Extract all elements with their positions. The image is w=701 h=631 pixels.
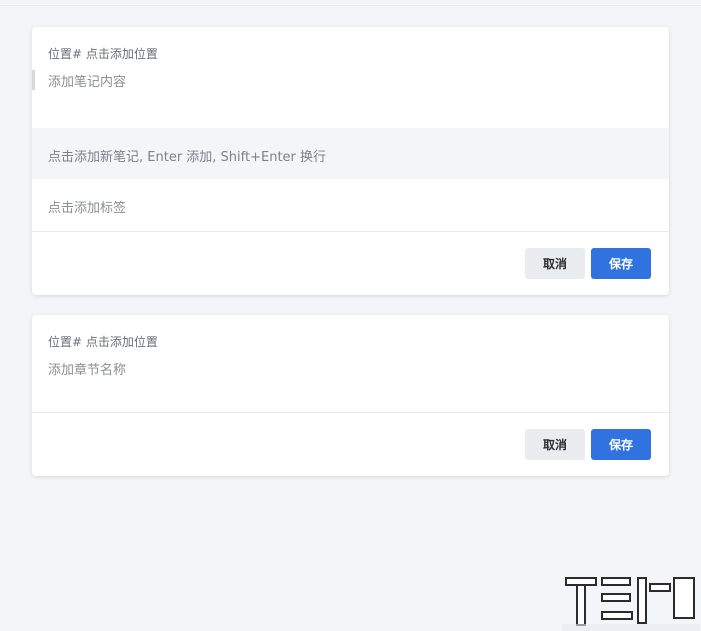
location-link[interactable]: 位置# 点击添加位置 [48,45,158,62]
add-note-row[interactable]: 点击添加新笔记, Enter 添加, Shift+Enter 换行 [32,128,669,179]
top-strip [0,0,701,6]
add-note-hint: 点击添加新笔记, Enter 添加, Shift+Enter 换行 [48,150,327,165]
location-link[interactable]: 位置# 点击添加位置 [48,333,158,350]
cancel-button[interactable]: 取消 [525,429,585,460]
divider [32,231,669,232]
note-card: 位置# 点击添加位置 添加笔记内容 点击添加新笔记, Enter 添加, Shi… [32,27,669,295]
save-button[interactable]: 保存 [591,429,651,460]
chapter-name-input[interactable]: 添加章节名称 [48,359,126,378]
chapter-card: 位置# 点击添加位置 添加章节名称 取消 保存 [32,315,669,476]
watermark-logo-icon [562,577,700,631]
save-button[interactable]: 保存 [591,248,651,279]
divider [32,412,669,413]
cancel-button[interactable]: 取消 [525,248,585,279]
note-content-input[interactable]: 添加笔记内容 [48,71,126,90]
tag-input[interactable]: 点击添加标签 [48,197,126,216]
content-focus-bar [32,70,35,90]
